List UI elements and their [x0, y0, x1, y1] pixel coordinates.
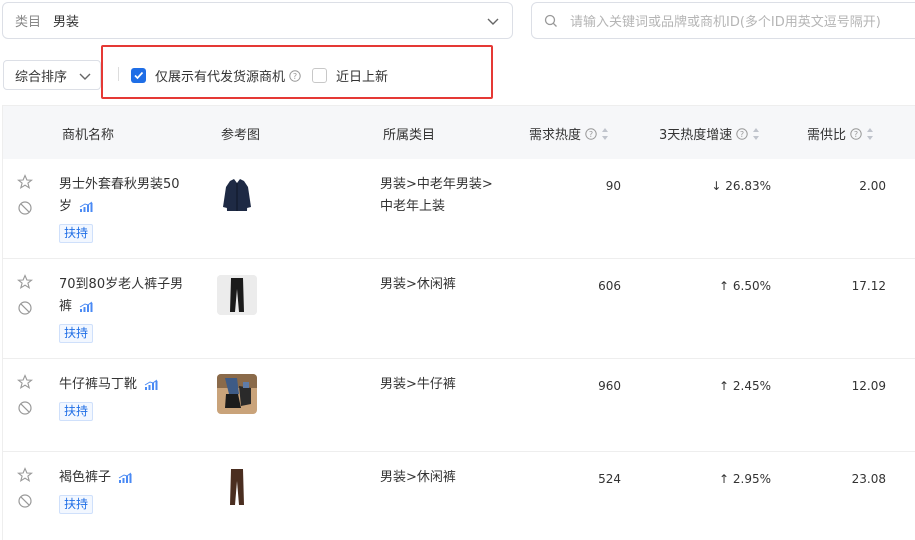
category-select[interactable]: 类目 男装: [2, 2, 513, 39]
product-category-line: 男装>休闲裤: [380, 470, 456, 485]
star-icon[interactable]: [17, 374, 33, 390]
jeans-boots-image: [217, 374, 257, 414]
product-category: 男装>牛仔裤: [380, 374, 510, 396]
product-category: 男装>休闲裤: [380, 467, 510, 489]
sort-icon[interactable]: [601, 127, 609, 141]
search-placeholder: 请输入关键词或品牌或商机ID(多个ID用英文逗号隔开): [570, 15, 881, 30]
help-icon[interactable]: ?: [850, 127, 862, 140]
sort-icon[interactable]: [752, 127, 760, 141]
table-row[interactable]: 男士外套春秋男装50 岁 扶持 男装>中老年男装> 中老年上装 90 ↓ 26.…: [3, 159, 915, 259]
arrow-down-icon: ↓: [711, 179, 722, 193]
opportunity-table: 商机名称 参考图 所属类目 需求热度 ? 3天热度增速 ? 需供比 ? 男士外套…: [2, 105, 915, 540]
product-category-line: 中老年上装: [380, 199, 446, 214]
search-input[interactable]: 请输入关键词或品牌或商机ID(多个ID用英文逗号隔开): [531, 2, 915, 39]
support-badge: 扶持: [59, 224, 94, 243]
table-row[interactable]: 褐色裤子 扶持 男装>休闲裤 524 ↑ 2.95% 23.08: [3, 452, 915, 540]
jacket-image: [217, 175, 257, 215]
category-value: 男装: [53, 15, 80, 30]
product-thumbnail[interactable]: [217, 175, 257, 215]
svg-text:?: ?: [589, 130, 593, 139]
help-icon[interactable]: ?: [736, 127, 748, 140]
brown-pants-image: [217, 467, 257, 507]
header-growth-label: 3天热度增速: [659, 128, 733, 143]
svg-text:?: ?: [854, 130, 858, 139]
product-name-line: 70到80岁老人裤子男: [59, 277, 184, 292]
growth-rate: ↓ 26.83%: [711, 179, 771, 193]
sort-value: 综合排序: [15, 69, 68, 85]
header-ratio-label: 需供比: [807, 128, 847, 143]
support-badge: 扶持: [59, 402, 94, 421]
growth-value: 2.95%: [732, 472, 771, 486]
support-badge: 扶持: [59, 324, 94, 343]
table-row[interactable]: 牛仔裤马丁靴 扶持 男装>牛仔裤 960 ↑ 2.45% 12.09: [3, 359, 915, 452]
header-category: 所属类目: [383, 128, 436, 143]
header-heat-label: 需求热度: [529, 128, 582, 143]
trend-signal-icon: [79, 301, 93, 312]
product-name-line: 褐色裤子: [59, 470, 112, 485]
sort-select[interactable]: 综合排序: [3, 60, 101, 90]
block-icon[interactable]: [17, 400, 33, 416]
demand-heat: 524: [598, 472, 621, 486]
growth-value: 26.83%: [725, 179, 771, 193]
growth-value: 6.50%: [732, 279, 771, 293]
product-category-line: 男装>休闲裤: [380, 277, 456, 292]
header-name: 商机名称: [62, 128, 115, 143]
search-icon: [544, 14, 557, 27]
block-icon[interactable]: [17, 493, 33, 509]
product-name-line: 男士外套春秋男装50: [59, 177, 180, 192]
product-category: 男装>休闲裤: [380, 274, 510, 296]
growth-value: 2.45%: [732, 379, 771, 393]
header-image: 参考图: [221, 128, 261, 143]
annotation-highlight-box: [101, 45, 493, 99]
product-thumbnail[interactable]: [217, 275, 257, 315]
demand-heat: 90: [605, 179, 621, 193]
category-label: 类目: [15, 15, 42, 30]
product-name[interactable]: 70到80岁老人裤子男 裤: [59, 274, 189, 318]
chevron-down-icon: [487, 18, 499, 25]
product-name[interactable]: 褐色裤子: [59, 467, 189, 489]
support-badge: 扶持: [59, 495, 94, 514]
trend-signal-icon: [118, 472, 132, 483]
help-icon[interactable]: ?: [585, 127, 597, 140]
product-category: 男装>中老年男装> 中老年上装: [380, 174, 510, 218]
demand-heat: 960: [598, 379, 621, 393]
demand-supply-ratio: 12.09: [851, 379, 886, 393]
sort-icon[interactable]: [866, 127, 874, 141]
pants-image: [217, 275, 257, 315]
star-icon[interactable]: [17, 467, 33, 483]
header-ratio[interactable]: 需供比 ?: [807, 124, 874, 143]
star-icon[interactable]: [17, 174, 33, 190]
growth-rate: ↑ 6.50%: [719, 279, 771, 293]
product-thumbnail[interactable]: [217, 467, 257, 507]
table-header: 商机名称 参考图 所属类目 需求热度 ? 3天热度增速 ? 需供比 ?: [3, 106, 915, 159]
trend-signal-icon: [144, 379, 158, 390]
product-category-line: 男装>中老年男装>: [380, 177, 493, 192]
header-growth[interactable]: 3天热度增速 ?: [659, 124, 760, 143]
trend-signal-icon: [79, 201, 93, 212]
product-name-line: 牛仔裤马丁靴: [59, 377, 138, 392]
svg-text:?: ?: [740, 130, 744, 139]
arrow-up-icon: ↑: [718, 279, 730, 293]
arrow-up-icon: ↑: [718, 472, 730, 486]
header-heat[interactable]: 需求热度 ?: [529, 124, 609, 143]
product-name-line: 裤: [59, 299, 73, 314]
product-name[interactable]: 男士外套春秋男装50 岁: [59, 174, 189, 218]
product-category-line: 男装>牛仔裤: [380, 377, 456, 392]
block-icon[interactable]: [17, 300, 33, 316]
demand-supply-ratio: 2.00: [859, 179, 886, 193]
product-thumbnail[interactable]: [217, 374, 257, 414]
arrow-up-icon: ↑: [718, 379, 730, 393]
growth-rate: ↑ 2.45%: [719, 379, 771, 393]
demand-heat: 606: [598, 279, 621, 293]
product-name-line: 岁: [59, 199, 73, 214]
chevron-down-icon: [79, 73, 91, 80]
product-name[interactable]: 牛仔裤马丁靴: [59, 374, 189, 396]
star-icon[interactable]: [17, 274, 33, 290]
table-row[interactable]: 70到80岁老人裤子男 裤 扶持 男装>休闲裤 606 ↑ 6.50% 17.1…: [3, 259, 915, 359]
demand-supply-ratio: 17.12: [851, 279, 886, 293]
growth-rate: ↑ 2.95%: [719, 472, 771, 486]
block-icon[interactable]: [17, 200, 33, 216]
demand-supply-ratio: 23.08: [851, 472, 886, 486]
